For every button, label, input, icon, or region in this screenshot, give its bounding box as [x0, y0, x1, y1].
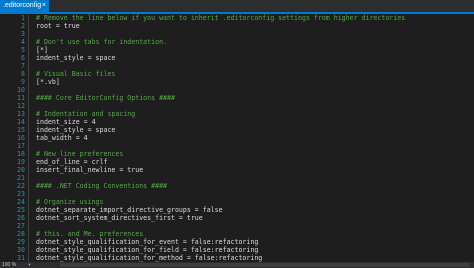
- code-line[interactable]: 17: [0, 142, 474, 151]
- horizontal-scrollbar[interactable]: 100 % ▾: [0, 262, 474, 268]
- code-line[interactable]: 5 [*]: [0, 46, 474, 55]
- code-line[interactable]: 15 indent_style = space: [0, 126, 474, 135]
- code-text: dotnet_style_qualification_for_field = f…: [36, 246, 259, 254]
- line-number: 17: [17, 142, 25, 150]
- line-number: 14: [17, 118, 25, 126]
- line-number: 24: [17, 198, 25, 206]
- line-number: 23: [17, 190, 25, 198]
- code-text: # this. and Me. preferences: [36, 230, 144, 238]
- code-text: #### Core EditorConfig Options ####: [36, 94, 175, 102]
- code-editor[interactable]: 1 # Remove the line below if you want to …: [0, 14, 474, 262]
- code-text: # Indentation and spacing: [36, 110, 136, 118]
- code-line[interactable]: 20 insert_final_newline = true: [0, 166, 474, 175]
- code-text: # Organize usings: [36, 198, 104, 206]
- line-number: 26: [17, 214, 25, 222]
- line-number: 28: [17, 230, 25, 238]
- line-number: 9: [21, 78, 25, 86]
- code-text: dotnet_separate_import_directive_groups …: [36, 206, 223, 214]
- code-line[interactable]: 13 # Indentation and spacing: [0, 110, 474, 119]
- code-text: # Visual Basic files: [36, 70, 116, 78]
- code-text: indent_size = 4: [36, 118, 96, 126]
- line-number: 1: [21, 14, 25, 22]
- code-text: # Remove the line below if you want to i…: [36, 14, 406, 22]
- code-line[interactable]: 31 dotnet_style_qualification_for_method …: [0, 254, 474, 262]
- code-text: [*]: [36, 46, 48, 54]
- line-number: 5: [21, 46, 25, 54]
- code-line[interactable]: 27: [0, 222, 474, 231]
- line-number: 27: [17, 222, 25, 230]
- code-text: end_of_line = crlf: [36, 158, 108, 166]
- code-text: dotnet_style_qualification_for_method = …: [36, 254, 263, 262]
- code-line[interactable]: 4 # Don't use tabs for indentation.: [0, 38, 474, 47]
- line-number: 31: [17, 254, 25, 262]
- line-number: 4: [21, 38, 25, 46]
- line-number: 11: [17, 94, 25, 102]
- code-text: indent_style = space: [36, 54, 116, 62]
- line-number: 10: [17, 86, 25, 94]
- code-text: #### .NET Coding Conventions ####: [36, 182, 168, 190]
- code-line[interactable]: 19 end_of_line = crlf: [0, 158, 474, 167]
- code-line[interactable]: 7: [0, 62, 474, 71]
- code-text: dotnet_sort_system_directives_first = tr…: [36, 214, 203, 222]
- code-text: dotnet_style_qualification_for_event = f…: [36, 238, 259, 246]
- code-line[interactable]: 2 root = true: [0, 22, 474, 31]
- line-number: 20: [17, 166, 25, 174]
- code-text: insert_final_newline = true: [36, 166, 144, 174]
- line-number: 22: [17, 182, 25, 190]
- editor-window: .editorconfig × 1 # Remove the line below…: [0, 0, 474, 268]
- code-line[interactable]: 24 # Organize usings: [0, 198, 474, 207]
- line-number: 30: [17, 246, 25, 254]
- scrollbar-thumb[interactable]: [60, 263, 470, 267]
- line-number: 3: [21, 30, 25, 38]
- line-number: 25: [17, 206, 25, 214]
- tab-title: .editorconfig: [3, 2, 42, 9]
- code-line[interactable]: 26 dotnet_sort_system_directives_first = …: [0, 214, 474, 223]
- code-line[interactable]: 29 dotnet_style_qualification_for_event =…: [0, 238, 474, 247]
- code-text: root = true: [36, 22, 80, 30]
- line-number: 2: [21, 22, 25, 30]
- code-line[interactable]: 9 [*.vb]: [0, 78, 474, 87]
- code-line[interactable]: 22 #### .NET Coding Conventions ####: [0, 182, 474, 191]
- code-line[interactable]: 18 # New line preferences: [0, 150, 474, 159]
- line-number: 7: [21, 62, 25, 70]
- code-line[interactable]: 10: [0, 86, 474, 95]
- code-text: [*.vb]: [36, 78, 60, 86]
- code-line[interactable]: 1 # Remove the line below if you want to …: [0, 14, 474, 23]
- fold-guide: [28, 255, 29, 262]
- line-number: 16: [17, 134, 25, 142]
- code-line[interactable]: 14 indent_size = 4: [0, 118, 474, 127]
- code-line[interactable]: 28 # this. and Me. preferences: [0, 230, 474, 239]
- line-number: 12: [17, 102, 25, 110]
- code-line[interactable]: 6 indent_style = space: [0, 54, 474, 63]
- close-icon[interactable]: ×: [42, 0, 46, 12]
- code-text: tab_width = 4: [36, 134, 88, 142]
- line-number: 21: [17, 174, 25, 182]
- tab-bar: .editorconfig ×: [0, 0, 474, 14]
- code-line[interactable]: 3: [0, 30, 474, 39]
- code-text: # New line preferences: [36, 150, 124, 158]
- code-line[interactable]: 23: [0, 190, 474, 199]
- code-line[interactable]: 8 # Visual Basic files: [0, 70, 474, 79]
- line-number: 19: [17, 158, 25, 166]
- code-line[interactable]: 11 #### Core EditorConfig Options ####: [0, 94, 474, 103]
- code-text: indent_style = space: [36, 126, 116, 134]
- zoom-level[interactable]: 100 %: [2, 262, 16, 268]
- line-number: 13: [17, 110, 25, 118]
- code-line[interactable]: 21: [0, 174, 474, 183]
- line-number: 8: [21, 70, 25, 78]
- tab-editorconfig[interactable]: .editorconfig ×: [0, 0, 49, 12]
- code-line[interactable]: 16 tab_width = 4: [0, 134, 474, 143]
- code-line[interactable]: 12: [0, 102, 474, 111]
- zoom-dropdown-icon[interactable]: ▾: [28, 262, 31, 268]
- code-text: # Don't use tabs for indentation.: [36, 38, 168, 46]
- line-number: 29: [17, 238, 25, 246]
- code-line[interactable]: 25 dotnet_separate_import_directive_group…: [0, 206, 474, 215]
- line-number: 6: [21, 54, 25, 62]
- line-number: 15: [17, 126, 25, 134]
- code-line[interactable]: 30 dotnet_style_qualification_for_field =…: [0, 246, 474, 255]
- line-number: 18: [17, 150, 25, 158]
